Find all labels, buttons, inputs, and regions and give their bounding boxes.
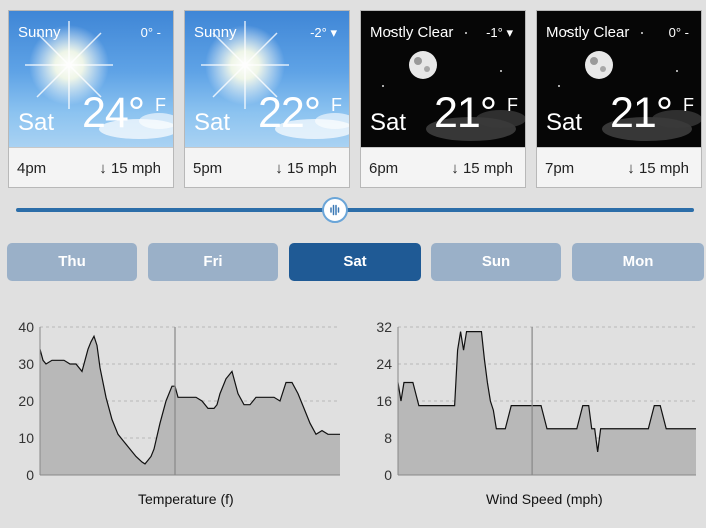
y-tick-label: 0 (26, 467, 34, 483)
temp-change-label: -1° ▾ (486, 25, 513, 40)
day-label: Sat (18, 109, 55, 136)
day-tab-mon[interactable]: Mon (572, 243, 704, 281)
card-footer: 7pm ↓ 15 mph (537, 147, 701, 188)
hour-label: 7pm (545, 160, 575, 177)
temperature-value: 22° (258, 89, 321, 137)
card-footer: 5pm ↓ 15 mph (185, 147, 349, 188)
wind-label: ↓ 15 mph (99, 160, 161, 177)
wind-label: ↓ 15 mph (627, 160, 689, 177)
grip-icon (329, 204, 339, 216)
y-tick-label: 24 (376, 356, 392, 372)
y-tick-label: 32 (376, 319, 392, 335)
card-footer: 4pm ↓ 15 mph (9, 147, 173, 188)
y-tick-label: 16 (376, 393, 392, 409)
day-label: Sat (546, 109, 583, 136)
timeline-slider-track[interactable] (16, 208, 694, 212)
timeline-slider-handle[interactable] (321, 197, 348, 223)
day-tab-fri[interactable]: Fri (148, 243, 278, 281)
forecast-card-6pm[interactable]: Mostly Clear -1° ▾ Sat 21° F 6pm ↓ 15 mp… (360, 10, 526, 188)
y-tick-label: 30 (18, 356, 34, 372)
sky-panel: Mostly Clear 0° - Sat 21° F (537, 11, 701, 147)
y-tick-label: 10 (18, 430, 34, 446)
sky-panel: Sunny 0° - Sat 24° F (9, 11, 173, 147)
temp-change-label: 0° - (668, 25, 689, 40)
wind-speed-chart: 0 8 16 24 32 (376, 319, 696, 483)
wind-label: ↓ 15 mph (451, 160, 513, 177)
temperature-value: 21° (434, 89, 497, 137)
hour-label: 4pm (17, 160, 47, 177)
temperature-unit: F (507, 95, 518, 115)
temperature-unit: F (155, 95, 166, 115)
day-label: Sat (194, 109, 231, 136)
day-tab-sat[interactable]: Sat (289, 243, 421, 281)
temperature-value: 21° (610, 89, 673, 137)
hour-label: 5pm (193, 160, 223, 177)
sky-panel: Mostly Clear -1° ▾ Sat 21° F (361, 11, 525, 147)
sky-panel: Sunny -2° ▾ Sat 22° F (185, 11, 349, 147)
forecast-card-7pm[interactable]: Mostly Clear 0° - Sat 21° F 7pm ↓ 15 mph (536, 10, 702, 188)
day-tab-sun[interactable]: Sun (431, 243, 561, 281)
wind-chart-title: Wind Speed (mph) (486, 491, 603, 507)
temperature-unit: F (683, 95, 694, 115)
series-area (40, 336, 340, 475)
condition-label: Sunny (194, 24, 237, 41)
condition-label: Mostly Clear (546, 24, 630, 41)
condition-label: Mostly Clear (370, 24, 454, 41)
y-tick-label: 0 (384, 467, 392, 483)
y-tick-label: 8 (384, 430, 392, 446)
series-area (398, 331, 696, 475)
card-footer: 6pm ↓ 15 mph (361, 147, 525, 188)
hour-label: 6pm (369, 160, 399, 177)
wind-label: ↓ 15 mph (275, 160, 337, 177)
y-tick-label: 40 (18, 319, 34, 335)
temperature-value: 24° (82, 89, 145, 137)
condition-label: Sunny (18, 24, 61, 41)
temperature-chart-title: Temperature (f) (138, 491, 234, 507)
forecast-card-4pm[interactable]: Sunny 0° - Sat 24° F 4pm ↓ 15 mph (8, 10, 174, 188)
temperature-unit: F (331, 95, 342, 115)
temp-change-label: -2° ▾ (310, 25, 337, 40)
y-tick-label: 20 (18, 393, 34, 409)
temperature-chart: 0 10 20 30 40 (18, 319, 340, 483)
forecast-card-5pm[interactable]: Sunny -2° ▾ Sat 22° F 5pm ↓ 15 mph (184, 10, 350, 188)
day-label: Sat (370, 109, 407, 136)
day-tab-thu[interactable]: Thu (7, 243, 137, 281)
temp-change-label: 0° - (140, 25, 161, 40)
